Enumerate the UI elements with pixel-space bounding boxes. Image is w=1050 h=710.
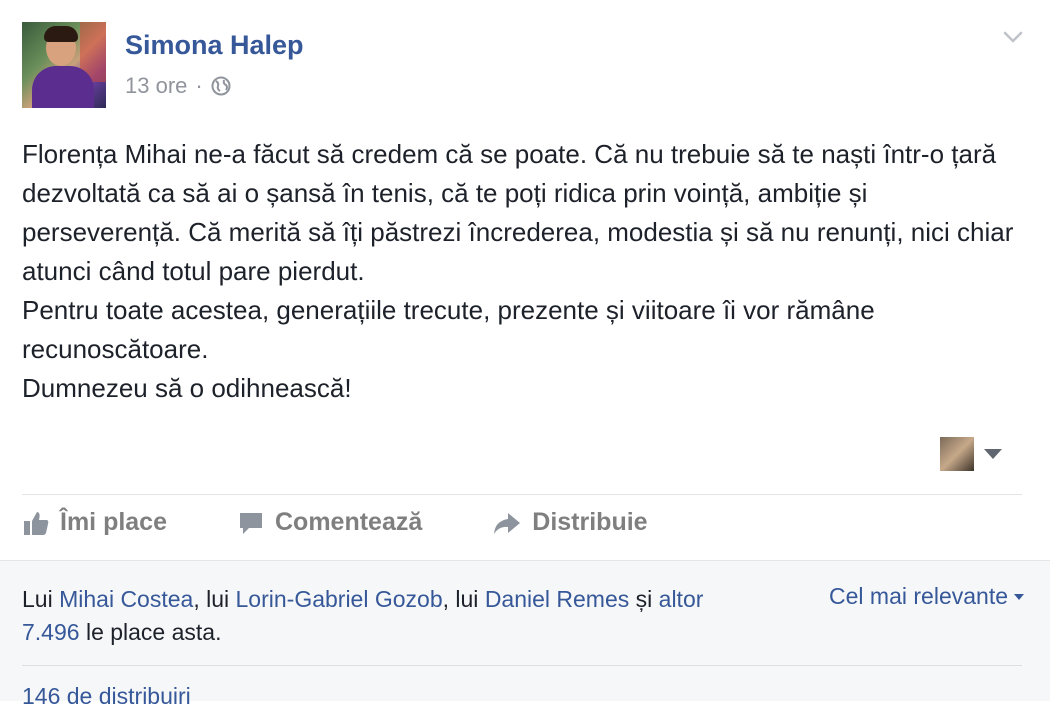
like-button[interactable]: Îmi place bbox=[22, 508, 167, 537]
likes-suffix: le place asta. bbox=[79, 619, 222, 645]
liker-link[interactable]: Mihai Costea bbox=[59, 586, 193, 612]
chevron-down-icon[interactable] bbox=[1002, 26, 1024, 48]
sort-label: Cel mai relevante bbox=[829, 583, 1008, 609]
divider bbox=[22, 665, 1022, 666]
globe-icon bbox=[211, 76, 231, 96]
author-avatar[interactable] bbox=[22, 22, 106, 108]
caret-down-icon bbox=[1014, 593, 1024, 600]
divider bbox=[22, 494, 1022, 495]
likes-separator: , lui bbox=[193, 586, 236, 612]
post-meta: 13 ore · bbox=[125, 73, 231, 99]
post-paragraph: Dumnezeu să o odihnească! bbox=[22, 373, 352, 403]
comment-label: Comentează bbox=[275, 508, 423, 536]
post-paragraph: Pentru toate acestea, generațiile trecut… bbox=[22, 295, 875, 364]
share-icon bbox=[494, 512, 521, 534]
likes-separator: , lui bbox=[442, 586, 485, 612]
author-name[interactable]: Simona Halep bbox=[125, 30, 304, 61]
share-label: Distribuie bbox=[532, 508, 648, 536]
shares-count-link[interactable]: 146 de distribuiri bbox=[22, 683, 191, 710]
liker-link[interactable]: Lorin-Gabriel Gozob bbox=[236, 586, 443, 612]
comment-icon bbox=[240, 512, 262, 534]
likes-summary: Lui Mihai Costea, lui Lorin-Gabriel Gozo… bbox=[22, 583, 762, 649]
caret-down-icon bbox=[984, 449, 1002, 459]
likes-separator: și bbox=[629, 586, 659, 612]
post-as-selector[interactable] bbox=[940, 437, 1002, 471]
post-text: Florența Mihai ne-a făcut să credem că s… bbox=[22, 135, 1027, 408]
share-button[interactable]: Distribuie bbox=[492, 508, 648, 537]
reactions-section: Lui Mihai Costea, lui Lorin-Gabriel Gozo… bbox=[0, 560, 1050, 709]
post-timestamp[interactable]: 13 ore bbox=[125, 73, 187, 99]
action-bar: Îmi place Comentează Distribuie bbox=[22, 508, 718, 537]
comment-button[interactable]: Comentează bbox=[237, 508, 422, 537]
post-paragraph: Florența Mihai ne-a făcut să credem că s… bbox=[22, 139, 1014, 286]
meta-separator: · bbox=[195, 73, 203, 98]
viewer-avatar bbox=[940, 437, 974, 471]
liker-link[interactable]: Daniel Remes bbox=[485, 586, 629, 612]
like-label: Îmi place bbox=[60, 508, 167, 536]
like-icon bbox=[24, 511, 49, 535]
comment-sort-dropdown[interactable]: Cel mai relevante bbox=[829, 583, 1024, 610]
likes-prefix: Lui bbox=[22, 586, 60, 612]
post-card: Simona Halep 13 ore · Florența Mihai ne-… bbox=[0, 0, 1050, 560]
